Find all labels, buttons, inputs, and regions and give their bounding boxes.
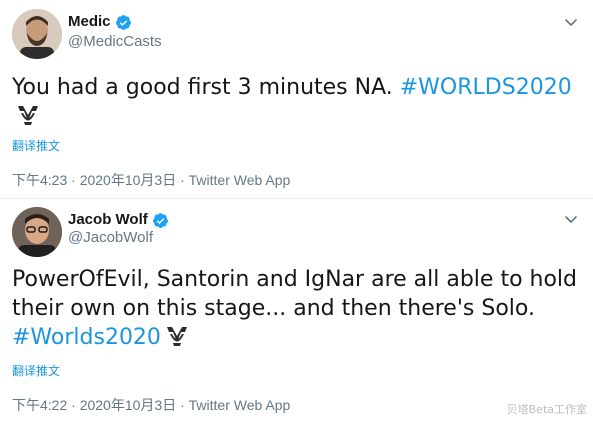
tweet-body: PowerOfEvil, Santorin and IgNar are all … [12, 267, 578, 321]
tweet[interactable]: Jacob Wolf @JacobWolf PowerOfEvil, Santo… [0, 199, 593, 427]
avatar-image [12, 9, 62, 59]
worlds-trophy-hashflag-icon [18, 106, 38, 125]
hashtag-link[interactable]: #WORLDS2020 [400, 75, 572, 100]
handle[interactable]: @MedicCasts [68, 32, 162, 52]
hashtag-link[interactable]: #Worlds2020 [12, 325, 161, 350]
verified-badge-icon [152, 212, 168, 228]
source-link[interactable]: Twitter Web App [189, 397, 291, 413]
handle[interactable]: @JacobWolf [68, 228, 153, 248]
timestamp-link[interactable]: 下午4:22 · 2020年10月3日 [12, 397, 176, 413]
worlds-trophy-hashflag-icon [166, 327, 187, 346]
translate-tweet-link[interactable]: 翻译推文 [12, 363, 60, 379]
tweet-text: You had a good first 3 minutes NA. #WORL… [12, 73, 581, 131]
display-name[interactable]: Medic [68, 12, 111, 32]
tweet-meta: 下午4:23 · 2020年10月3日 · Twitter Web App [12, 171, 290, 189]
watermark: 贝塔Beta工作室 [506, 403, 587, 416]
avatar-image [12, 207, 62, 257]
meta-separator: · [176, 172, 189, 188]
verified-badge-icon [115, 14, 131, 30]
tweet[interactable]: Medic @MedicCasts You had a good first 3… [0, 0, 593, 198]
meta-separator: · [176, 397, 189, 413]
tweet-meta: 下午4:22 · 2020年10月3日 · Twitter Web App [12, 396, 290, 414]
display-name[interactable]: Jacob Wolf [68, 210, 148, 230]
source-link[interactable]: Twitter Web App [189, 172, 291, 188]
avatar[interactable] [12, 207, 62, 257]
timestamp-link[interactable]: 下午4:23 · 2020年10月3日 [12, 172, 176, 188]
tweet-body: You had a good first 3 minutes NA. [12, 75, 400, 100]
chevron-down-icon[interactable] [563, 14, 579, 30]
translate-tweet-link[interactable]: 翻译推文 [12, 138, 60, 154]
tweet-text: PowerOfEvil, Santorin and IgNar are all … [12, 265, 581, 352]
avatar[interactable] [12, 9, 62, 59]
chevron-down-icon[interactable] [563, 211, 579, 227]
